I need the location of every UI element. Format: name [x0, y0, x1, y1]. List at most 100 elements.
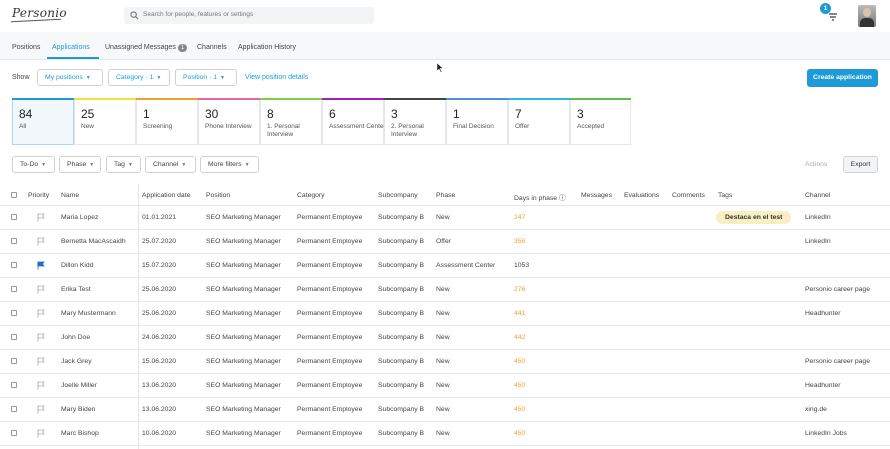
- tab-applications[interactable]: Applications: [52, 44, 90, 51]
- channel-cell: Headhunter: [805, 310, 841, 317]
- subcompany-cell: Subcompany B: [378, 214, 425, 221]
- row-checkbox[interactable]: [11, 262, 17, 268]
- table-row[interactable]: Jack Grey 15.06.2020 SEO Marketing Manager…: [0, 350, 890, 374]
- header-phase[interactable]: Phase: [436, 192, 455, 199]
- search-input[interactable]: Search for people, features or settings: [124, 7, 374, 24]
- create-application-button[interactable]: Create application: [807, 69, 878, 87]
- row-checkbox[interactable]: [11, 406, 17, 412]
- applicant-name[interactable]: Jack Grey: [61, 358, 92, 365]
- tab-positions[interactable]: Positions: [12, 44, 40, 51]
- priority-flag-icon[interactable]: [37, 285, 45, 294]
- phase-color-bar: [198, 98, 260, 100]
- header-messages[interactable]: Messages: [581, 192, 612, 199]
- tab-channels[interactable]: Channels: [197, 44, 227, 51]
- row-checkbox[interactable]: [11, 310, 17, 316]
- priority-flag-icon[interactable]: [37, 405, 45, 414]
- phase-card[interactable]: 84 All: [12, 98, 74, 145]
- tab-application-history[interactable]: Application History: [238, 44, 296, 51]
- row-checkbox[interactable]: [11, 430, 17, 436]
- view-position-details-link[interactable]: View position details: [245, 74, 308, 81]
- avatar[interactable]: [858, 5, 876, 27]
- phase-color-bar: [74, 98, 136, 100]
- header-name[interactable]: Name: [61, 192, 79, 199]
- application-date: 25.06.2020: [142, 310, 177, 317]
- priority-flag-icon[interactable]: [37, 309, 45, 318]
- notification-filter-icon[interactable]: [827, 10, 839, 22]
- table-row[interactable]: Marc Bishop 10.06.2020 SEO Marketing Manag…: [0, 422, 890, 446]
- category-dropdown[interactable]: Category · 1 ▼: [108, 69, 170, 86]
- applicant-name[interactable]: Bernetta MacAscaidh: [61, 238, 126, 245]
- export-button[interactable]: Export: [843, 156, 878, 173]
- phase-card[interactable]: 3 Accepted: [570, 98, 631, 145]
- applicant-name[interactable]: Marc Bishop: [61, 430, 99, 437]
- priority-flag-icon[interactable]: [37, 261, 45, 270]
- select-all-checkbox[interactable]: [11, 192, 17, 198]
- category-cell: Permanent Employee: [297, 238, 363, 245]
- table-row[interactable]: Dillon Kidd 15.07.2020 SEO Marketing Manag…: [0, 254, 890, 278]
- subcompany-cell: Subcompany B: [378, 382, 425, 389]
- applicant-name[interactable]: Dillon Kidd: [61, 262, 94, 269]
- position-dropdown[interactable]: Position · 1 ▼: [175, 69, 237, 86]
- header-comments[interactable]: Comments: [672, 192, 705, 199]
- phase-card[interactable]: 3 2. Personal Interview: [384, 98, 446, 145]
- phase-card[interactable]: 7 Offer: [508, 98, 570, 145]
- header-subcompany[interactable]: Subcompany: [378, 192, 418, 199]
- priority-flag-icon[interactable]: [37, 429, 45, 438]
- category-cell: Permanent Employee: [297, 262, 363, 269]
- row-checkbox[interactable]: [11, 334, 17, 340]
- phase-card[interactable]: 30 Phone Interview: [198, 98, 260, 145]
- days-in-phase-cell: 450: [514, 406, 526, 413]
- applicant-name[interactable]: John Doe: [61, 334, 90, 341]
- days-in-phase-cell: 356: [514, 238, 526, 245]
- table-row[interactable]: Erika Test 25.06.2020 SEO Marketing Manage…: [0, 278, 890, 302]
- tab-unassigned-messages[interactable]: Unassigned Messages 1: [105, 44, 188, 52]
- priority-flag-icon[interactable]: [37, 237, 45, 246]
- phase-card[interactable]: 1 Screening: [136, 98, 198, 145]
- table-row[interactable]: John Doe 24.06.2020 SEO Marketing Manager P…: [0, 326, 890, 350]
- applicant-name[interactable]: Mary Biden: [61, 406, 95, 413]
- header-priority[interactable]: Priority: [28, 192, 49, 199]
- table-row[interactable]: Maria Lopez 01.01.2021 SEO Marketing Manag…: [0, 206, 890, 230]
- phase-card[interactable]: 6 Assessment Center: [322, 98, 386, 145]
- channel-filter-button[interactable]: Channel ▼: [145, 156, 196, 173]
- row-checkbox[interactable]: [11, 238, 17, 244]
- channel-cell: Personio career page: [805, 358, 870, 365]
- actions-button[interactable]: Actions: [805, 161, 827, 168]
- priority-flag-icon[interactable]: [37, 333, 45, 342]
- phase-filter-button[interactable]: Phase ▼: [59, 156, 101, 173]
- header-category[interactable]: Category: [297, 192, 325, 199]
- row-checkbox[interactable]: [11, 214, 17, 220]
- header-application-date[interactable]: Application date: [142, 192, 190, 199]
- header-channel[interactable]: Channel: [805, 192, 830, 199]
- header-tags[interactable]: Tags: [718, 192, 732, 199]
- applicant-name[interactable]: Mary Mustermann: [61, 310, 116, 317]
- application-date: 13.06.2020: [142, 406, 177, 413]
- more-filters-button[interactable]: More filters ▼: [200, 156, 259, 173]
- applicant-name[interactable]: Maria Lopez: [61, 214, 98, 221]
- phase-card[interactable]: 25 New: [74, 98, 136, 145]
- header-evaluations[interactable]: Evaluations: [624, 192, 659, 199]
- table-row[interactable]: Joelle Miller 13.06.2020 SEO Marketing Man…: [0, 374, 890, 398]
- header-position[interactable]: Position: [206, 192, 230, 199]
- row-checkbox[interactable]: [11, 358, 17, 364]
- header-days-in-phase[interactable]: Days in phase ⓘ: [514, 192, 566, 202]
- applicant-name[interactable]: Joelle Miller: [61, 382, 97, 389]
- table-row[interactable]: Mary Mustermann 25.06.2020 SEO Marketing M…: [0, 302, 890, 326]
- priority-flag-icon[interactable]: [37, 357, 45, 366]
- my-positions-dropdown[interactable]: My positions ▼: [37, 69, 103, 86]
- priority-flag-icon[interactable]: [37, 381, 45, 390]
- days-in-phase-cell: 450: [514, 358, 526, 365]
- days-in-phase-cell: 450: [514, 382, 526, 389]
- todo-filter-button[interactable]: To-Do ▼: [12, 156, 55, 173]
- table-row[interactable]: Mary Biden 13.06.2020 SEO Marketing Manage…: [0, 398, 890, 422]
- phase-card[interactable]: 8 1. Personal Interview: [260, 98, 322, 145]
- row-checkbox[interactable]: [11, 382, 17, 388]
- row-checkbox[interactable]: [11, 286, 17, 292]
- applicant-name[interactable]: Erika Test: [61, 286, 91, 293]
- phase-color-bar: [570, 98, 631, 100]
- phase-card[interactable]: 1 Final Decision: [446, 98, 508, 145]
- chevron-down-icon: ▼: [41, 162, 47, 168]
- priority-flag-icon[interactable]: [37, 213, 45, 222]
- tag-filter-button[interactable]: Tag ▼: [106, 156, 141, 173]
- table-row[interactable]: Bernetta MacAscaidh 25.07.2020 SEO Marketi…: [0, 230, 890, 254]
